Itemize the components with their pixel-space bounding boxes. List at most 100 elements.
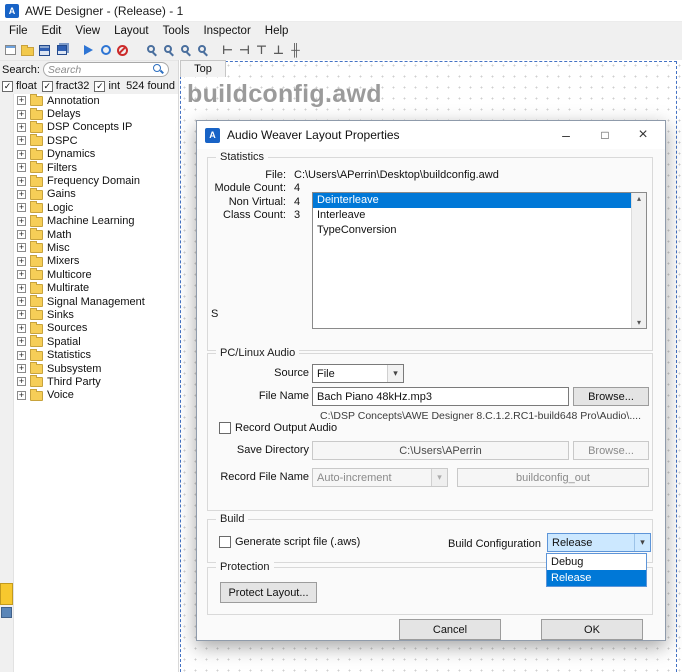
scroll-down-icon[interactable] xyxy=(637,318,641,327)
list-scrollbar[interactable] xyxy=(631,193,646,328)
menu-item[interactable]: Tools xyxy=(156,22,197,40)
expand-plus-icon[interactable] xyxy=(17,177,26,186)
checkbox-icon xyxy=(94,81,105,92)
tree-item[interactable]: Spatial xyxy=(14,335,178,348)
align-top-icon[interactable]: ⊤ xyxy=(253,41,270,59)
record-output-checkbox[interactable]: Record Output Audio xyxy=(219,422,337,434)
align-left-icon[interactable]: ⊢ xyxy=(219,41,236,59)
close-button[interactable] xyxy=(624,121,662,148)
search-box[interactable] xyxy=(43,62,169,77)
zoom-100-icon[interactable] xyxy=(192,41,209,59)
tree-item[interactable]: Sources xyxy=(14,322,178,335)
tree-item[interactable]: DSPC xyxy=(14,134,178,147)
build-config-select[interactable]: Release xyxy=(547,533,651,552)
expand-plus-icon[interactable] xyxy=(17,364,26,373)
module-class-item[interactable]: TypeConversion xyxy=(313,223,631,238)
tree-item[interactable]: Statistics xyxy=(14,348,178,361)
align-right-icon[interactable]: ⊣ xyxy=(236,41,253,59)
new-layout-icon[interactable] xyxy=(2,41,19,59)
expand-plus-icon[interactable] xyxy=(17,150,26,159)
save-icon[interactable] xyxy=(36,41,53,59)
expand-plus-icon[interactable] xyxy=(17,324,26,333)
tree-item[interactable]: Math xyxy=(14,228,178,241)
tree-item[interactable]: Mixers xyxy=(14,255,178,268)
tree-item[interactable]: Filters xyxy=(14,161,178,174)
expand-plus-icon[interactable] xyxy=(17,337,26,346)
menu-item[interactable]: View xyxy=(68,22,107,40)
expand-plus-icon[interactable] xyxy=(17,297,26,306)
expand-plus-icon[interactable] xyxy=(17,270,26,279)
align-bottom-icon[interactable]: ⊥ xyxy=(270,41,287,59)
type-filter-checkbox[interactable]: float xyxy=(2,80,37,92)
tree-item[interactable]: Frequency Domain xyxy=(14,174,178,187)
tree-item[interactable]: Signal Management xyxy=(14,295,178,308)
scroll-up-icon[interactable] xyxy=(637,194,641,203)
dock-panel-icon[interactable] xyxy=(1,607,12,618)
expand-plus-icon[interactable] xyxy=(17,217,26,226)
expand-plus-icon[interactable] xyxy=(17,110,26,119)
expand-plus-icon[interactable] xyxy=(17,243,26,252)
menu-item[interactable]: Help xyxy=(258,22,296,40)
dropdown-option[interactable]: Release xyxy=(547,570,646,586)
zoom-in-icon[interactable] xyxy=(141,41,158,59)
tree-item[interactable]: Subsystem xyxy=(14,362,178,375)
collapsed-panel-tab-icon[interactable] xyxy=(0,583,13,605)
menu-item[interactable]: Layout xyxy=(107,22,156,40)
save-all-icon[interactable] xyxy=(53,41,70,59)
minimize-button[interactable] xyxy=(547,121,585,148)
source-select[interactable]: File xyxy=(312,364,404,383)
generate-script-checkbox[interactable]: Generate script file (.aws) xyxy=(219,536,360,548)
protect-layout-button[interactable]: Protect Layout... xyxy=(220,582,317,603)
file-name-input[interactable]: Bach Piano 48kHz.mp3 xyxy=(312,387,569,406)
expand-plus-icon[interactable] xyxy=(17,230,26,239)
tree-item[interactable]: DSP Concepts IP xyxy=(14,121,178,134)
tree-item[interactable]: Misc xyxy=(14,241,178,254)
search-input[interactable] xyxy=(48,64,153,76)
browse-button[interactable]: Browse... xyxy=(573,387,649,406)
type-filter-checkbox[interactable]: fract32 xyxy=(42,80,90,92)
tree-item[interactable]: Sinks xyxy=(14,308,178,321)
expand-plus-icon[interactable] xyxy=(17,96,26,105)
run-layout-icon[interactable] xyxy=(80,41,97,59)
tree-item[interactable]: Third Party xyxy=(14,375,178,388)
expand-plus-icon[interactable] xyxy=(17,203,26,212)
tree-item[interactable]: Delays xyxy=(14,107,178,120)
expand-plus-icon[interactable] xyxy=(17,123,26,132)
expand-plus-icon[interactable] xyxy=(17,391,26,400)
distribute-icon[interactable]: ╫ xyxy=(287,41,304,59)
open-file-icon[interactable] xyxy=(19,41,36,59)
cancel-button[interactable]: Cancel xyxy=(399,619,501,640)
tree-item[interactable]: Multirate xyxy=(14,281,178,294)
module-class-item[interactable]: Interleave xyxy=(313,208,631,223)
expand-plus-icon[interactable] xyxy=(17,163,26,172)
expand-plus-icon[interactable] xyxy=(17,136,26,145)
search-icon[interactable] xyxy=(153,64,164,75)
type-filter-checkbox[interactable]: int xyxy=(94,80,120,92)
tree-item[interactable]: Multicore xyxy=(14,268,178,281)
expand-plus-icon[interactable] xyxy=(17,351,26,360)
zoom-out-icon[interactable] xyxy=(158,41,175,59)
expand-plus-icon[interactable] xyxy=(17,377,26,386)
module-class-list[interactable]: DeinterleaveInterleaveTypeConversion xyxy=(312,192,647,329)
expand-plus-icon[interactable] xyxy=(17,257,26,266)
tree-item[interactable]: Machine Learning xyxy=(14,215,178,228)
halt-icon[interactable] xyxy=(114,41,131,59)
maximize-button[interactable] xyxy=(586,121,624,148)
expand-plus-icon[interactable] xyxy=(17,310,26,319)
tree-item[interactable]: Dynamics xyxy=(14,148,178,161)
module-class-item[interactable]: Deinterleave xyxy=(313,193,631,208)
menu-item[interactable]: Inspector xyxy=(196,22,257,40)
menu-item[interactable]: File xyxy=(2,22,35,40)
zoom-fit-icon[interactable] xyxy=(175,41,192,59)
tree-item[interactable]: Gains xyxy=(14,188,178,201)
expand-plus-icon[interactable] xyxy=(17,284,26,293)
ok-button[interactable]: OK xyxy=(541,619,643,640)
tab-top[interactable]: Top xyxy=(180,60,226,77)
tree-item[interactable]: Annotation xyxy=(14,94,178,107)
profile-icon[interactable] xyxy=(97,41,114,59)
expand-plus-icon[interactable] xyxy=(17,190,26,199)
menu-item[interactable]: Edit xyxy=(35,22,69,40)
tree-item[interactable]: Logic xyxy=(14,201,178,214)
dropdown-option[interactable]: Debug xyxy=(547,554,646,570)
tree-item[interactable]: Voice xyxy=(14,389,178,402)
